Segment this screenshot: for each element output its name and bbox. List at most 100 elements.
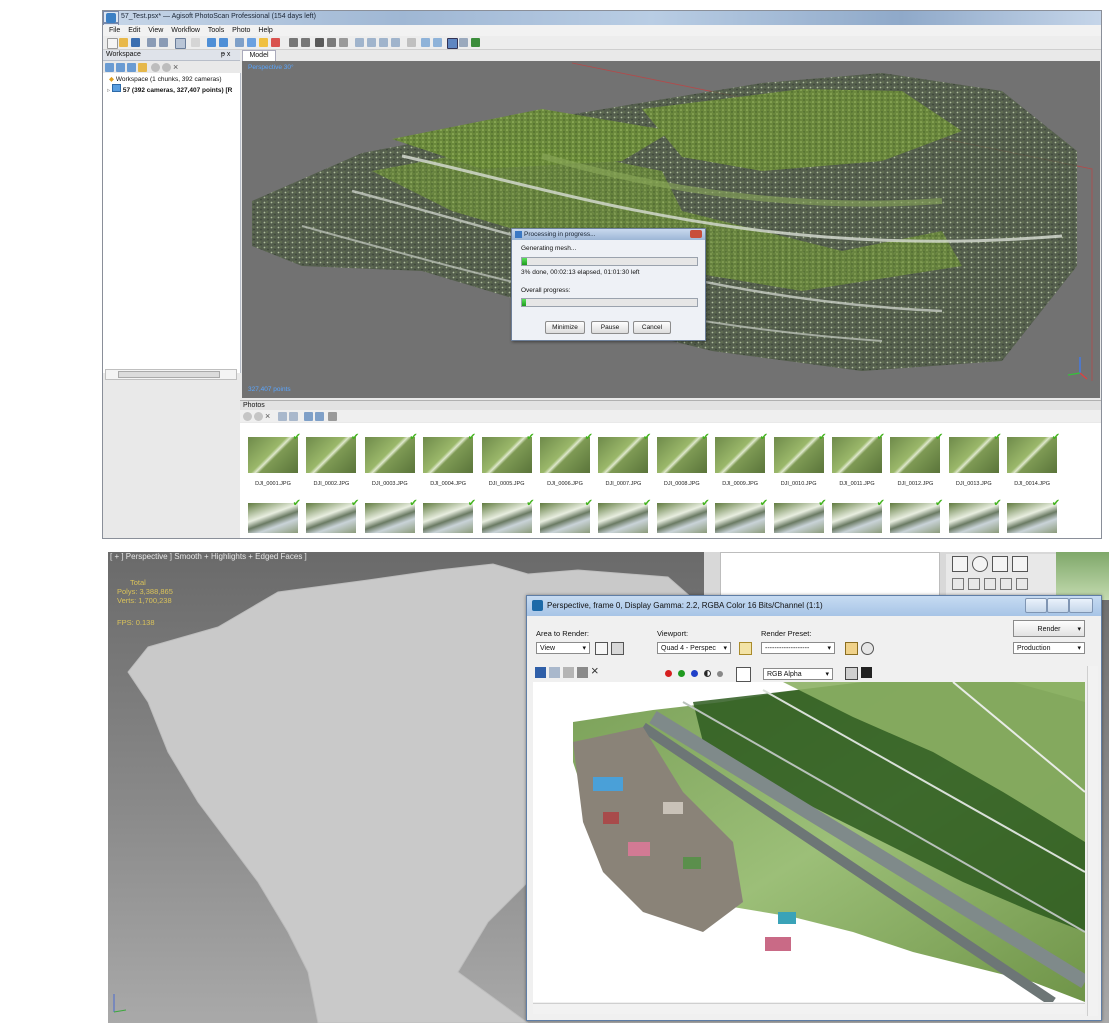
render-mode-dropdown[interactable]: Production: [1013, 642, 1085, 655]
rendered-image-canvas[interactable]: [533, 682, 1085, 1002]
render-setup-icon[interactable]: [845, 642, 858, 655]
photo-thumbnail[interactable]: ✔: [656, 432, 710, 473]
render-minimize-button[interactable]: [1025, 598, 1047, 613]
capture-icon[interactable]: [407, 38, 416, 47]
render-close-button[interactable]: [1069, 598, 1093, 613]
menu-photo[interactable]: Photo: [232, 25, 250, 36]
helpers-icon[interactable]: [1000, 578, 1012, 590]
magic-wand-icon[interactable]: [259, 38, 268, 47]
redo-icon[interactable]: [159, 38, 168, 47]
menu-tools[interactable]: Tools: [208, 25, 224, 36]
rotate-left-icon[interactable]: [278, 412, 287, 421]
photo-thumbnail[interactable]: ✔: [423, 432, 476, 473]
menu-file[interactable]: File: [109, 25, 120, 36]
viewport-dropdown[interactable]: Quad 4 - Perspec: [657, 642, 731, 655]
photo-thumbnail[interactable]: ✔: [248, 498, 301, 533]
delete-selection-icon[interactable]: [289, 38, 298, 47]
render-horizontal-scrollbar[interactable]: [533, 1003, 1085, 1014]
lights-icon[interactable]: [968, 578, 980, 590]
thumbnail-view-icon[interactable]: [328, 412, 337, 421]
photo-thumbnail[interactable]: ✔: [773, 432, 827, 473]
chunk-item[interactable]: ▹ 57 (392 cameras, 327,407 points) [R: [107, 84, 232, 94]
show-markers-icon[interactable]: [433, 38, 442, 47]
render-button[interactable]: Render: [1013, 620, 1085, 638]
green-channel-icon[interactable]: [678, 670, 685, 677]
import-mask-icon[interactable]: [315, 412, 324, 421]
photo-thumbnail[interactable]: ✔: [364, 432, 418, 473]
workspace-root-item[interactable]: ◆ Workspace (1 chunks, 392 cameras): [109, 75, 222, 83]
pause-button[interactable]: Pause: [591, 321, 629, 334]
photo-thumbnail[interactable]: ✔: [715, 432, 768, 473]
add-folder-icon[interactable]: [127, 63, 136, 72]
viewport-label[interactable]: [ + ] Perspective ] Smooth + Highlights …: [110, 552, 307, 561]
rotate-icon[interactable]: [219, 38, 228, 47]
menu-workflow[interactable]: Workflow: [171, 25, 200, 36]
zoom-in-icon[interactable]: [355, 38, 364, 47]
red-channel-icon[interactable]: [665, 670, 672, 677]
photo-thumbnail[interactable]: ✔: [715, 498, 768, 533]
alpha-channel-icon[interactable]: [704, 670, 711, 677]
area-to-render-dropdown[interactable]: View: [536, 642, 590, 655]
shaded-icon[interactable]: [315, 38, 324, 47]
enable-camera-icon[interactable]: [243, 412, 252, 421]
add-photos-icon[interactable]: [116, 63, 125, 72]
clone-frame-icon[interactable]: [563, 667, 574, 678]
new-project-icon[interactable]: [107, 38, 118, 49]
spacewarps-icon[interactable]: [1016, 578, 1028, 590]
photo-thumbnail[interactable]: ✔: [248, 432, 301, 473]
wireframe-icon[interactable]: [327, 38, 336, 47]
photo-thumbnail[interactable]: ✔: [598, 498, 651, 533]
photo-thumbnail[interactable]: ✔: [364, 498, 418, 533]
add-chunk-icon[interactable]: [105, 63, 114, 72]
render-preset-dropdown[interactable]: -------------------: [761, 642, 835, 655]
mask-icon[interactable]: [304, 412, 313, 421]
photo-thumbnail[interactable]: ✔: [481, 498, 535, 533]
undo-icon[interactable]: [147, 38, 156, 47]
menu-view[interactable]: View: [148, 25, 163, 36]
marker-icon[interactable]: [271, 38, 280, 47]
move-icon[interactable]: [235, 38, 244, 47]
photo-thumbnail[interactable]: ✔: [832, 432, 885, 473]
cancel-button[interactable]: Cancel: [633, 321, 671, 334]
display-channel-dropdown[interactable]: RGB Alpha: [763, 668, 833, 681]
print-image-icon[interactable]: [577, 667, 588, 678]
remove-item-icon[interactable]: ×: [173, 63, 182, 72]
toggle-ui-icon[interactable]: [861, 667, 872, 678]
panel-pin-close-icon[interactable]: ᵽ x: [221, 51, 230, 58]
photo-thumbnail[interactable]: ✔: [1007, 432, 1060, 473]
menu-edit[interactable]: Edit: [128, 25, 140, 36]
lock-viewport-icon[interactable]: [739, 642, 752, 655]
disable-camera-icon[interactable]: [254, 412, 263, 421]
photo-thumbnail[interactable]: ✔: [306, 432, 359, 473]
utilities-icon[interactable]: [1012, 556, 1028, 572]
photo-thumbnail[interactable]: ✔: [773, 498, 827, 533]
photo-thumbnail[interactable]: ✔: [481, 432, 535, 473]
show-region-icon[interactable]: [447, 38, 458, 49]
hierarchy-icon[interactable]: [952, 556, 968, 572]
auto-region-icon[interactable]: [611, 642, 624, 655]
minimize-button[interactable]: Minimize: [545, 321, 585, 334]
save-project-icon[interactable]: [131, 38, 140, 47]
display-icon[interactable]: [992, 556, 1008, 572]
environment-icon[interactable]: [861, 642, 874, 655]
show-trackball-icon[interactable]: [459, 38, 468, 47]
scrollbar-thumb[interactable]: [118, 371, 220, 378]
solid-icon[interactable]: [339, 38, 348, 47]
photo-thumbnail[interactable]: ✔: [540, 498, 593, 533]
shapes-icon[interactable]: [952, 578, 964, 590]
clear-image-icon[interactable]: ×: [591, 664, 602, 677]
photo-thumbnail[interactable]: ✔: [1007, 498, 1060, 533]
toggle-ui-overlay-icon[interactable]: [845, 667, 858, 680]
motion-icon[interactable]: [972, 556, 988, 572]
axes-icon[interactable]: [471, 38, 480, 47]
enable-icon[interactable]: [151, 63, 160, 72]
photo-thumbnail[interactable]: ✔: [540, 432, 593, 473]
photo-thumbnail[interactable]: ✔: [423, 498, 476, 533]
remove-camera-icon[interactable]: ×: [265, 412, 274, 421]
navigation-icon[interactable]: [207, 38, 216, 47]
rotate-right-icon[interactable]: [289, 412, 298, 421]
show-cameras-icon[interactable]: [421, 38, 430, 47]
view-mode-icon[interactable]: [175, 38, 186, 49]
crop-icon[interactable]: [301, 38, 310, 47]
cameras-icon[interactable]: [984, 578, 996, 590]
